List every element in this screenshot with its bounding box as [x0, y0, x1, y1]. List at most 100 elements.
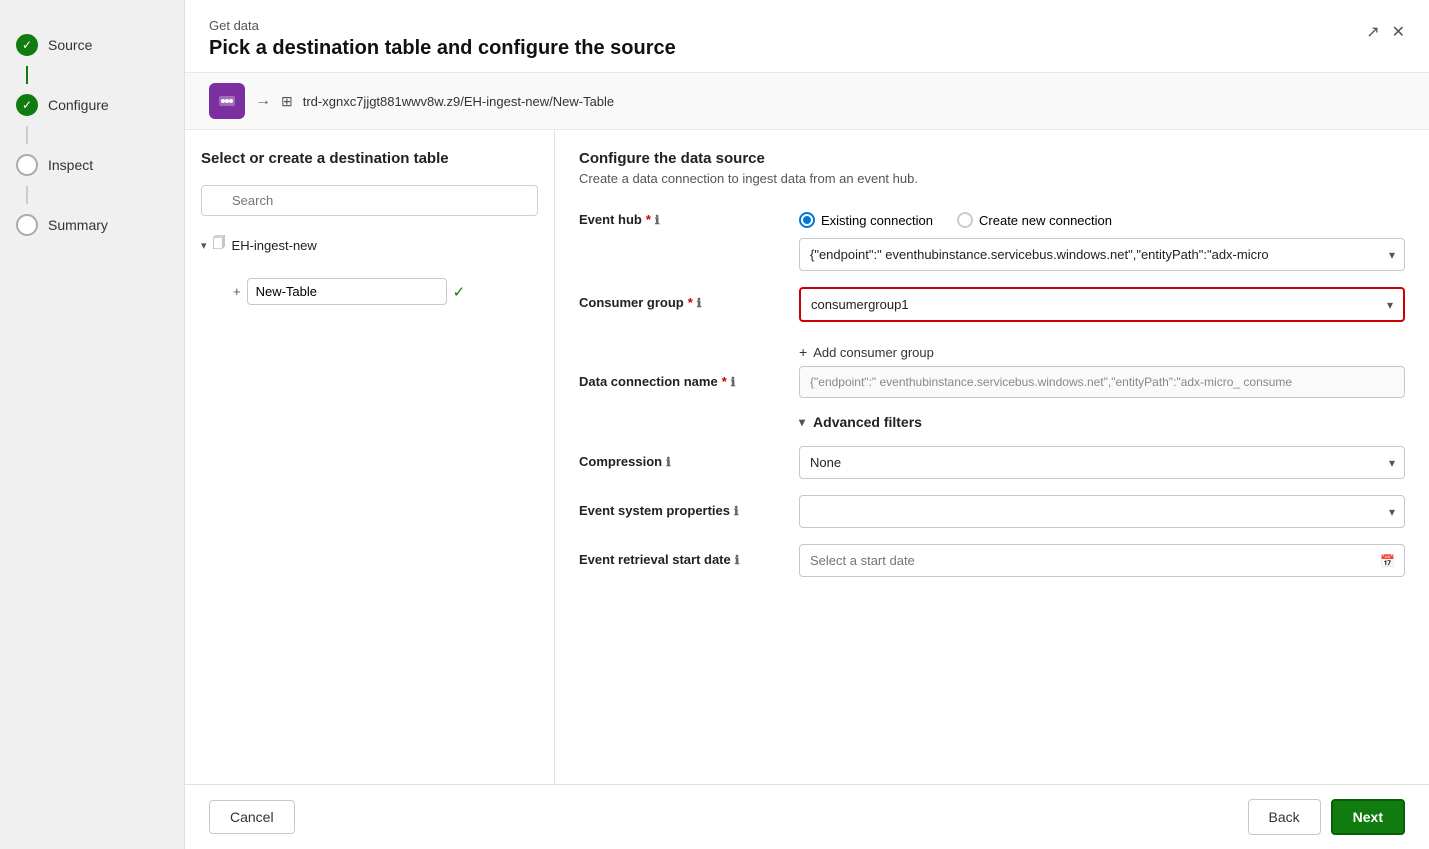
event-retrieval-control: 📅: [799, 544, 1405, 577]
create-new-connection-label: Create new connection: [979, 213, 1112, 228]
source-step-icon: ✓: [16, 34, 38, 56]
consumer-group-control: consumergroup1 ▾: [799, 287, 1405, 322]
cancel-button[interactable]: Cancel: [209, 800, 295, 834]
event-retrieval-label: Event retrieval start date ℹ: [579, 544, 799, 567]
compression-dropdown[interactable]: None: [799, 446, 1405, 479]
sidebar-item-summary-label: Summary: [48, 217, 108, 233]
advanced-filters-label: Advanced filters: [813, 414, 922, 430]
left-panel: Select or create a destination table 🔍 ▾…: [185, 130, 555, 784]
data-connection-name-label: Data connection name * ℹ: [579, 366, 799, 389]
event-retrieval-date-input[interactable]: [799, 544, 1405, 577]
sidebar-item-source[interactable]: ✓ Source: [0, 24, 184, 66]
dcn-info-icon[interactable]: ℹ: [731, 375, 736, 389]
footer: Cancel Back Next: [185, 784, 1429, 849]
plus-icon: +: [233, 284, 241, 299]
sidebar-item-inspect[interactable]: Inspect: [0, 144, 184, 186]
left-panel-title: Select or create a destination table: [201, 150, 538, 167]
connection-dropdown[interactable]: {"endpoint":" eventhubinstance.servicebu…: [799, 238, 1405, 271]
back-button[interactable]: Back: [1248, 799, 1321, 835]
data-connection-name-input: {"endpoint":" eventhubinstance.servicebu…: [799, 366, 1405, 398]
event-hub-radio-group: Existing connection Create new connectio…: [799, 204, 1405, 271]
consumer-group-label: Consumer group * ℹ: [579, 287, 799, 310]
breadcrumb-table-icon: ⊞: [281, 93, 293, 110]
footer-right-buttons: Back Next: [1248, 799, 1405, 835]
required-star: *: [646, 212, 651, 227]
expand-button[interactable]: ↗: [1366, 22, 1379, 42]
next-button[interactable]: Next: [1331, 799, 1405, 835]
tree-child-item: + ✓: [233, 274, 538, 309]
add-consumer-group-link[interactable]: + Add consumer group: [799, 338, 1405, 366]
add-consumer-group-label: Add consumer group: [813, 345, 934, 360]
consumer-group-dropdown-container: consumergroup1 ▾: [799, 287, 1405, 322]
create-new-connection-option[interactable]: Create new connection: [957, 212, 1112, 228]
sidebar-item-configure-label: Configure: [48, 97, 109, 113]
event-retrieval-row: Event retrieval start date ℹ 📅: [579, 544, 1405, 577]
existing-connection-option[interactable]: Existing connection: [799, 212, 933, 228]
data-connection-name-control: {"endpoint":" eventhubinstance.servicebu…: [799, 366, 1405, 398]
event-system-properties-dropdown[interactable]: [799, 495, 1405, 528]
summary-step-icon: [16, 214, 38, 236]
consumer-required-star: *: [688, 295, 693, 310]
breadcrumb-arrow: →: [255, 92, 271, 110]
header-right: ↗ ✕: [1366, 22, 1405, 42]
connection-dropdown-wrapper: {"endpoint":" eventhubinstance.servicebu…: [799, 238, 1405, 271]
close-button[interactable]: ✕: [1392, 22, 1405, 42]
main-content: Get data Pick a destination table and co…: [185, 0, 1429, 849]
consumer-group-info-icon[interactable]: ℹ: [697, 296, 702, 310]
page-title: Pick a destination table and configure t…: [209, 37, 676, 60]
right-panel: Configure the data source Create a data …: [555, 130, 1429, 784]
sidebar-item-summary[interactable]: Summary: [0, 204, 184, 246]
check-icon: ✓: [453, 283, 466, 301]
compression-control: None ▾: [799, 446, 1405, 479]
compression-info-icon[interactable]: ℹ: [666, 455, 671, 469]
content-area: Select or create a destination table 🔍 ▾…: [185, 130, 1429, 784]
connector-1: [26, 66, 28, 84]
advanced-filters-header[interactable]: ▾ Advanced filters: [799, 414, 1405, 430]
connection-dropdown-container: {"endpoint":" eventhubinstance.servicebu…: [799, 238, 1405, 271]
event-system-properties-control: ▾: [799, 495, 1405, 528]
sidebar-item-configure[interactable]: ✓ Configure: [0, 84, 184, 126]
event-hubs-icon: [209, 83, 245, 119]
event-system-properties-row: Event system properties ℹ ▾: [579, 495, 1405, 528]
new-radio-circle: [957, 212, 973, 228]
radio-group: Existing connection Create new connectio…: [799, 204, 1405, 228]
add-plus-icon: +: [799, 344, 807, 360]
existing-radio-circle: [799, 212, 815, 228]
chevron-icon: ▾: [201, 239, 207, 252]
breadcrumb-bar: → ⊞ trd-xgnxc7jjgt881wwv8w.z9/EH-ingest-…: [185, 73, 1429, 130]
event-sys-info-icon[interactable]: ℹ: [734, 504, 739, 518]
inspect-step-icon: [16, 154, 38, 176]
sidebar: ✓ Source ✓ Configure Inspect Summary: [0, 0, 185, 849]
tree-folder-item[interactable]: ▾ 🗍 EH-ingest-new: [201, 230, 538, 260]
configure-step-icon: ✓: [16, 94, 38, 116]
event-hub-row: Event hub * ℹ Existing connection Create…: [579, 204, 1405, 271]
event-sys-dropdown-container: ▾: [799, 495, 1405, 528]
existing-connection-label: Existing connection: [821, 213, 933, 228]
sidebar-item-inspect-label: Inspect: [48, 157, 93, 173]
connector-3: [26, 186, 28, 204]
breadcrumb-path: trd-xgnxc7jjgt881wwv8w.z9/EH-ingest-new/…: [303, 94, 614, 109]
header-left: Get data Pick a destination table and co…: [209, 18, 676, 60]
search-wrapper: 🔍: [201, 185, 538, 216]
collapse-chevron-icon: ▾: [799, 415, 805, 429]
section-subtitle: Create a data connection to ingest data …: [579, 171, 1405, 186]
section-title: Configure the data source: [579, 150, 1405, 167]
compression-label: Compression ℹ: [579, 446, 799, 469]
connector-2: [26, 126, 28, 144]
dcn-required-star: *: [722, 374, 727, 389]
get-data-label: Get data: [209, 18, 676, 33]
folder-icon: 🗍: [213, 234, 226, 256]
event-system-properties-label: Event system properties ℹ: [579, 495, 799, 518]
event-hub-info-icon[interactable]: ℹ: [655, 213, 660, 227]
event-hub-label: Event hub * ℹ: [579, 204, 799, 227]
consumer-group-dropdown[interactable]: consumergroup1: [801, 289, 1403, 320]
compression-row: Compression ℹ None ▾: [579, 446, 1405, 479]
event-retrieval-date-container: 📅: [799, 544, 1405, 577]
search-input[interactable]: [201, 185, 538, 216]
header: Get data Pick a destination table and co…: [185, 0, 1429, 73]
consumer-group-row: Consumer group * ℹ consumergroup1 ▾: [579, 287, 1405, 322]
data-connection-name-row: Data connection name * ℹ {"endpoint":" e…: [579, 366, 1405, 398]
event-retrieval-info-icon[interactable]: ℹ: [735, 553, 740, 567]
sidebar-item-source-label: Source: [48, 37, 92, 53]
table-name-input[interactable]: [247, 278, 447, 305]
